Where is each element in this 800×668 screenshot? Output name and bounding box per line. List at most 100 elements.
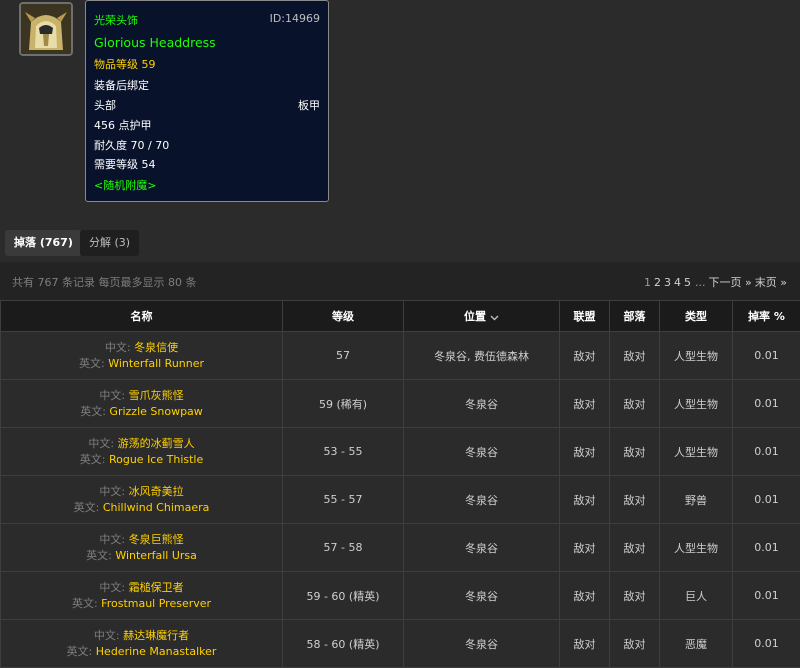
npc-name-cn[interactable]: 雪爪灰熊怪 — [129, 389, 184, 402]
npc-level: 59 (稀有) — [283, 380, 404, 428]
npc-location[interactable]: 冬泉谷 — [404, 524, 560, 572]
npc-location[interactable]: 冬泉谷 — [404, 476, 560, 524]
table-row: 中文: 冬泉信使 英文: Winterfall Runner 57 冬泉谷, 费… — [1, 332, 800, 380]
npc-name-en[interactable]: Grizzle Snowpaw — [109, 405, 202, 418]
npc-type: 巨人 — [660, 572, 733, 620]
drop-rate: 0.01 — [733, 332, 800, 380]
table-row: 中文: 游荡的冰蓟雪人 英文: Rogue Ice Thistle 53 - 5… — [1, 428, 800, 476]
npc-location[interactable]: 冬泉谷 — [404, 380, 560, 428]
npc-name-cell: 中文: 游荡的冰蓟雪人 英文: Rogue Ice Thistle — [1, 428, 283, 476]
npc-type: 恶魔 — [660, 620, 733, 668]
alliance-reaction: 敌对 — [560, 524, 610, 572]
npc-type: 人型生物 — [660, 380, 733, 428]
npc-name-cn[interactable]: 游荡的冰蓟雪人 — [118, 437, 195, 450]
header-location[interactable]: 位置 — [404, 301, 560, 332]
npc-name-cn[interactable]: 冬泉信使 — [134, 341, 178, 354]
alliance-reaction: 敌对 — [560, 428, 610, 476]
horde-reaction: 敌对 — [610, 620, 660, 668]
helmet-icon[interactable] — [19, 2, 73, 56]
npc-name-cn[interactable]: 赫达琳魔行者 — [123, 629, 189, 642]
page-link-5[interactable]: 5 — [684, 276, 691, 289]
table-row: 中文: 雪爪灰熊怪 英文: Grizzle Snowpaw 59 (稀有) 冬泉… — [1, 380, 800, 428]
tab-disenchant[interactable]: 分解 (3) — [80, 230, 139, 256]
lang-label-cn: 中文: — [94, 629, 120, 642]
page-ellipsis: ... — [695, 276, 706, 289]
npc-name-cn[interactable]: 冬泉巨熊怪 — [129, 533, 184, 546]
drop-rate: 0.01 — [733, 620, 800, 668]
horde-reaction: 敌对 — [610, 380, 660, 428]
pagination: 12345...下一页 »末页 » — [644, 274, 787, 290]
horde-reaction: 敌对 — [610, 524, 660, 572]
lang-label-cn: 中文: — [105, 341, 131, 354]
item-durability: 耐久度 70 / 70 — [94, 137, 320, 153]
item-slot: 头部 — [94, 99, 116, 112]
table-row: 中文: 冬泉巨熊怪 英文: Winterfall Ursa 57 - 58 冬泉… — [1, 524, 800, 572]
item-required-level: 需要等级 54 — [94, 156, 320, 172]
header-horde[interactable]: 部落 — [610, 301, 660, 332]
table-row: 中文: 冰风奇美拉 英文: Chillwind Chimaera 55 - 57… — [1, 476, 800, 524]
drop-rate: 0.01 — [733, 476, 800, 524]
npc-location[interactable]: 冬泉谷 — [404, 428, 560, 476]
npc-name-en[interactable]: Winterfall Ursa — [115, 549, 197, 562]
drop-rate: 0.01 — [733, 428, 800, 476]
item-armor-type: 板甲 — [298, 97, 320, 113]
npc-type: 人型生物 — [660, 332, 733, 380]
page-link-4[interactable]: 4 — [674, 276, 681, 289]
lang-label-cn: 中文: — [88, 437, 114, 450]
npc-name-en[interactable]: Rogue Ice Thistle — [109, 453, 203, 466]
lang-label-en: 英文: — [86, 549, 112, 562]
lang-label-en: 英文: — [72, 597, 98, 610]
table-header-row: 名称 等级 位置 联盟 部落 类型 掉率 % — [1, 301, 800, 332]
item-name-en: Glorious Headdress — [94, 35, 320, 50]
npc-level: 55 - 57 — [283, 476, 404, 524]
lang-label-cn: 中文: — [99, 533, 125, 546]
page-current: 1 — [644, 276, 651, 289]
npc-location[interactable]: 冬泉谷, 费伍德森林 — [404, 332, 560, 380]
npc-name-en[interactable]: Winterfall Runner — [108, 357, 204, 370]
npc-name-en[interactable]: Chillwind Chimaera — [103, 501, 210, 514]
table-row: 中文: 赫达琳魔行者 英文: Hederine Manastalker 58 -… — [1, 620, 800, 668]
npc-name-cell: 中文: 冰风奇美拉 英文: Chillwind Chimaera — [1, 476, 283, 524]
horde-reaction: 敌对 — [610, 572, 660, 620]
npc-level: 53 - 55 — [283, 428, 404, 476]
item-tooltip: 光荣头饰 ID:14969 Glorious Headdress 物品等级 59… — [85, 0, 329, 202]
npc-name-cell: 中文: 雪爪灰熊怪 英文: Grizzle Snowpaw — [1, 380, 283, 428]
npc-type: 人型生物 — [660, 524, 733, 572]
page-link-2[interactable]: 2 — [654, 276, 661, 289]
tab-drop[interactable]: 掉落 (767) — [5, 230, 82, 256]
lang-label-cn: 中文: — [99, 581, 125, 594]
info-bar: 共有 767 条记录 每页最多显示 80 条 12345...下一页 »末页 » — [0, 262, 800, 300]
npc-level: 57 — [283, 332, 404, 380]
npc-location[interactable]: 冬泉谷 — [404, 620, 560, 668]
lang-label-en: 英文: — [80, 453, 106, 466]
last-page-link[interactable]: 末页 » — [755, 276, 787, 289]
horde-reaction: 敌对 — [610, 476, 660, 524]
npc-level: 59 - 60 (精英) — [283, 572, 404, 620]
npc-name-cell: 中文: 赫达琳魔行者 英文: Hederine Manastalker — [1, 620, 283, 668]
npc-type: 野兽 — [660, 476, 733, 524]
npc-location[interactable]: 冬泉谷 — [404, 572, 560, 620]
page-link-3[interactable]: 3 — [664, 276, 671, 289]
next-page-link[interactable]: 下一页 » — [709, 276, 752, 289]
npc-name-en[interactable]: Frostmaul Preserver — [101, 597, 211, 610]
item-enchant: <随机附魔> — [94, 177, 320, 193]
horde-reaction: 敌对 — [610, 428, 660, 476]
npc-name-cn[interactable]: 霜槌保卫者 — [129, 581, 184, 594]
drop-rate: 0.01 — [733, 572, 800, 620]
header-location-label[interactable]: 位置 — [464, 310, 486, 323]
header-name[interactable]: 名称 — [1, 301, 283, 332]
npc-type: 人型生物 — [660, 428, 733, 476]
alliance-reaction: 敌对 — [560, 620, 610, 668]
item-level: 物品等级 59 — [94, 56, 320, 72]
npc-name-cn[interactable]: 冰风奇美拉 — [129, 485, 184, 498]
npc-name-en[interactable]: Hederine Manastalker — [96, 645, 217, 658]
header-type[interactable]: 类型 — [660, 301, 733, 332]
header-rate[interactable]: 掉率 % — [733, 301, 800, 332]
npc-level: 58 - 60 (精英) — [283, 620, 404, 668]
alliance-reaction: 敌对 — [560, 572, 610, 620]
npc-name-cell: 中文: 霜槌保卫者 英文: Frostmaul Preserver — [1, 572, 283, 620]
header-alliance[interactable]: 联盟 — [560, 301, 610, 332]
header-level[interactable]: 等级 — [283, 301, 404, 332]
alliance-reaction: 敌对 — [560, 380, 610, 428]
record-count: 共有 767 条记录 每页最多显示 80 条 — [12, 274, 196, 290]
